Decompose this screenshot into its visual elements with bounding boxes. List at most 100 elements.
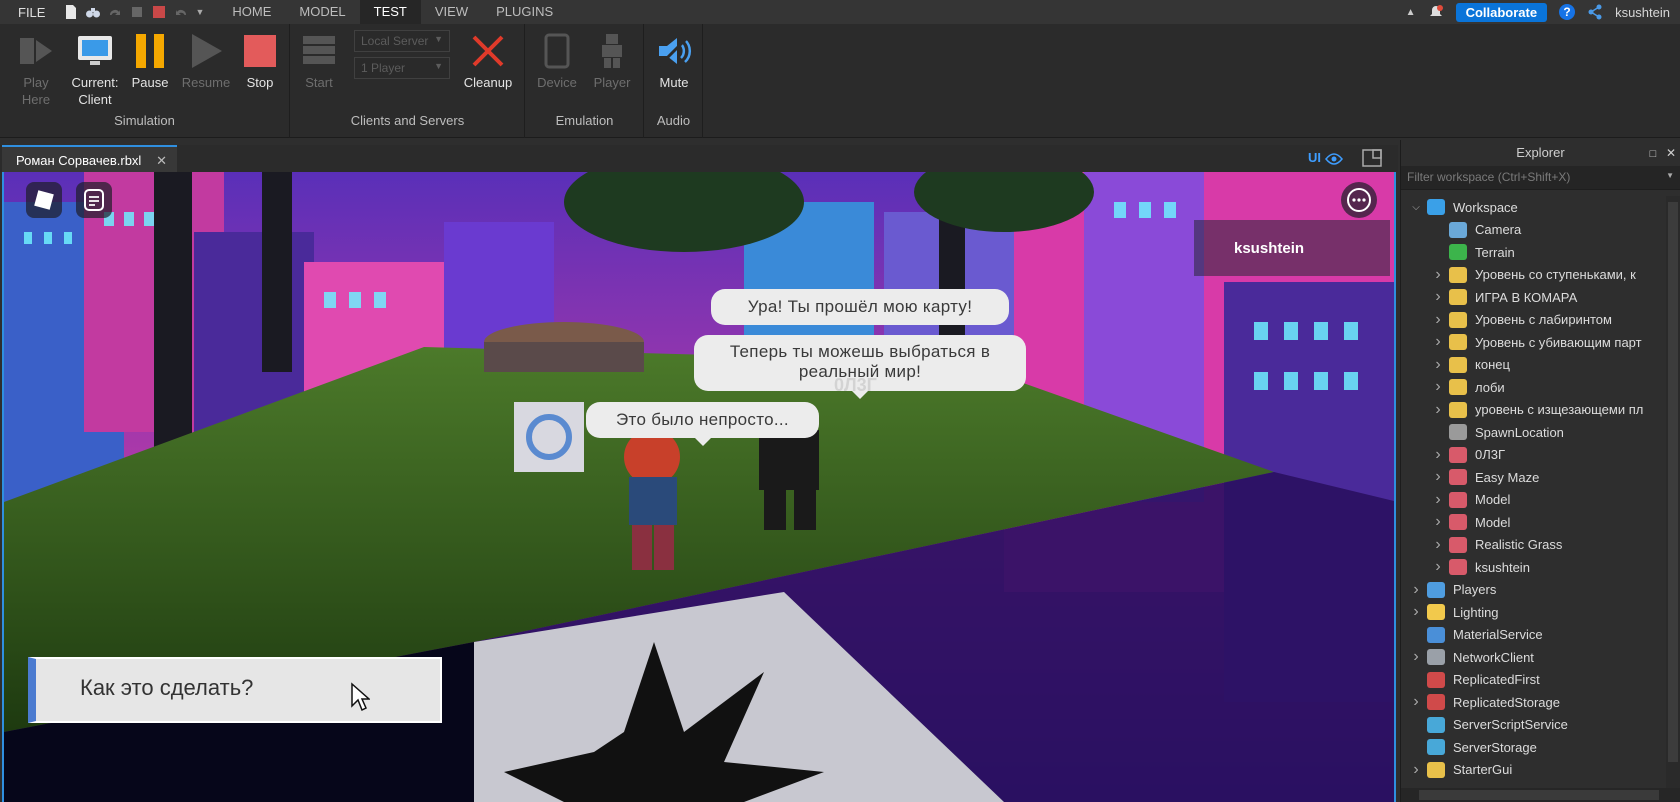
player-count-select[interactable]: 1 Player ▼ (354, 57, 450, 79)
tab-plugins[interactable]: PLUGINS (482, 0, 567, 24)
material-icon (1427, 626, 1445, 643)
collaborate-button[interactable]: Collaborate (1455, 2, 1548, 22)
simulation-group-label: Simulation (114, 113, 175, 128)
play-here-button[interactable]: Play Here (14, 32, 58, 108)
chevron-right-icon[interactable]: › (1431, 446, 1445, 464)
tree-item[interactable]: › лоби (1401, 376, 1680, 399)
tab-home[interactable]: HOME (218, 0, 285, 24)
new-file-icon[interactable] (63, 4, 79, 20)
tree-item[interactable]: › Уровень со ступеньками, к (1401, 264, 1680, 287)
share-icon[interactable] (1587, 4, 1603, 20)
binoculars-icon[interactable] (85, 4, 101, 20)
chevron-down-icon[interactable]: ⌵ (1409, 202, 1423, 213)
chevron-right-icon[interactable]: › (1431, 513, 1445, 531)
tree-item[interactable]: › 0Л3Г (1401, 444, 1680, 467)
clients-servers-group: Start Local Server ▼ 1 Player ▼ Cleanup … (291, 24, 525, 138)
tree-item-label: лоби (1475, 379, 1505, 395)
user-name[interactable]: ksushtein (1615, 5, 1670, 20)
tree-item[interactable]: SpawnLocation (1401, 421, 1680, 444)
tree-item[interactable]: › ИГРА В КОМАРА (1401, 286, 1680, 309)
tree-item[interactable]: ServerStorage (1401, 736, 1680, 759)
player-emulator-button[interactable]: Player (588, 32, 636, 91)
chevron-right-icon[interactable]: › (1409, 761, 1423, 779)
explorer-filter-input[interactable]: Filter workspace (Ctrl+Shift+X) ▼ (1401, 166, 1680, 190)
tab-view[interactable]: VIEW (421, 0, 482, 24)
device-button[interactable]: Device (534, 32, 580, 91)
notification-bell-icon[interactable] (1428, 4, 1444, 20)
player-list-entry[interactable]: ksushtein (1234, 240, 1304, 257)
device-emulator-icon[interactable] (1362, 149, 1382, 167)
chevron-right-icon[interactable]: › (1431, 333, 1445, 351)
undock-icon[interactable]: □ (1650, 148, 1657, 160)
chevron-right-icon[interactable]: › (1431, 468, 1445, 486)
tree-item[interactable]: › NetworkClient (1401, 646, 1680, 669)
ribbon: Play Here Current: Client Pause Resume S… (0, 24, 1680, 138)
tree-item[interactable]: MaterialService (1401, 624, 1680, 647)
dialog-option-button[interactable]: Как это сделать? (28, 657, 442, 723)
player-avatar (624, 429, 680, 570)
tree-item[interactable]: › уровень с изщезающеми пл (1401, 399, 1680, 422)
tree-item[interactable]: › ksushtein (1401, 556, 1680, 579)
quick-access-dropdown-icon[interactable]: ▼ (195, 7, 204, 17)
chevron-right-icon[interactable]: › (1431, 378, 1445, 396)
tree-item[interactable]: ⌵ Workspace (1401, 196, 1680, 219)
tree-item[interactable]: Terrain (1401, 241, 1680, 264)
tree-item-label: StarterGui (1453, 762, 1513, 778)
chevron-right-icon[interactable]: › (1431, 536, 1445, 554)
chevron-right-icon[interactable]: › (1431, 558, 1445, 576)
resume-button[interactable]: Resume (180, 32, 232, 91)
chevron-right-icon[interactable]: › (1431, 401, 1445, 419)
tab-test[interactable]: TEST (359, 0, 421, 24)
chevron-right-icon[interactable]: › (1431, 311, 1445, 329)
tree-item-label: Camera (1475, 222, 1522, 238)
more-options-button[interactable] (1341, 182, 1377, 218)
close-icon[interactable]: ✕ (156, 153, 167, 169)
chevron-right-icon[interactable]: › (1409, 693, 1423, 711)
tree-item[interactable]: › Уровень с лабиринтом (1401, 309, 1680, 332)
collapse-ribbon-icon[interactable]: ▲ (1406, 7, 1416, 18)
tab-model[interactable]: MODEL (285, 0, 359, 24)
stop-button[interactable]: Stop (238, 32, 282, 91)
start-button[interactable]: Start (299, 32, 339, 91)
chevron-right-icon[interactable]: › (1431, 266, 1445, 284)
tree-item[interactable]: › ReplicatedStorage (1401, 691, 1680, 714)
stop-square-icon[interactable] (151, 4, 167, 20)
chevron-right-icon[interactable]: › (1431, 288, 1445, 306)
cleanup-button[interactable]: Cleanup (461, 32, 515, 91)
pause-button[interactable]: Pause (128, 32, 172, 91)
chevron-right-icon[interactable]: › (1409, 581, 1423, 599)
tree-item[interactable]: › Lighting (1401, 601, 1680, 624)
help-icon[interactable]: ? (1559, 4, 1576, 20)
document-tab[interactable]: Роман Сорвачев.rbxl ✕ (2, 145, 177, 172)
horizontal-scroll-thumb[interactable] (1419, 790, 1659, 800)
tree-item[interactable]: ReplicatedFirst (1401, 669, 1680, 692)
close-panel-icon[interactable]: ✕ (1666, 146, 1676, 160)
chevron-right-icon[interactable]: › (1409, 603, 1423, 621)
chevron-right-icon[interactable]: › (1409, 648, 1423, 666)
roblox-menu-button[interactable] (26, 182, 62, 218)
folder-icon (1449, 379, 1467, 396)
ui-visibility-toggle[interactable]: UI (1308, 150, 1343, 165)
chevron-right-icon[interactable]: › (1431, 491, 1445, 509)
tree-item[interactable]: ServerScriptService (1401, 714, 1680, 737)
mute-button[interactable]: Mute (651, 32, 697, 91)
tree-item[interactable]: › Уровень с убивающим парт (1401, 331, 1680, 354)
chevron-down-icon[interactable]: ▼ (1666, 171, 1674, 180)
folder-icon (1449, 334, 1467, 351)
chat-toggle-button[interactable] (76, 182, 112, 218)
file-menu[interactable]: FILE (0, 5, 63, 20)
tree-item[interactable]: › Easy Maze (1401, 466, 1680, 489)
chevron-right-icon[interactable]: › (1431, 356, 1445, 374)
tree-item[interactable]: Camera (1401, 219, 1680, 242)
clients-servers-group-label: Clients and Servers (350, 113, 465, 128)
tree-item[interactable]: › StarterGui (1401, 759, 1680, 782)
game-viewport[interactable]: ksushtein Ура! Ты прошёл мою карту! Тепе… (2, 172, 1396, 802)
tree-item[interactable]: › Players (1401, 579, 1680, 602)
vertical-scroll-thumb[interactable] (1668, 202, 1678, 762)
tree-item[interactable]: › конец (1401, 354, 1680, 377)
server-select[interactable]: Local Server ▼ (354, 30, 450, 52)
tree-item[interactable]: › Model (1401, 511, 1680, 534)
current-client-button[interactable]: Current: Client (68, 32, 122, 108)
tree-item[interactable]: › Model (1401, 489, 1680, 512)
tree-item[interactable]: › Realistic Grass (1401, 534, 1680, 557)
